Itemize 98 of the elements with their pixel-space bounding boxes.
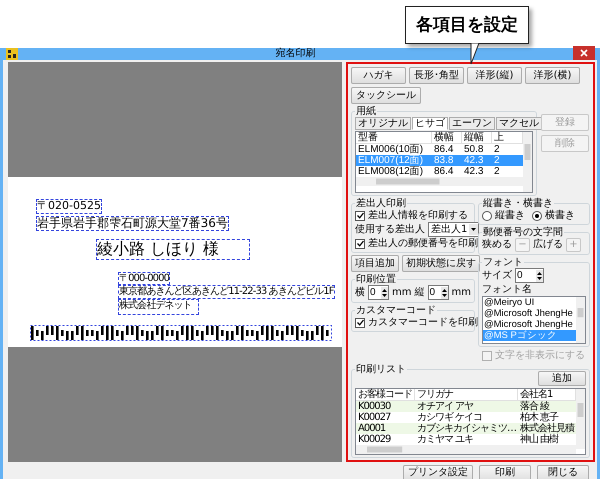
group-label: カスタマーコード	[355, 305, 437, 316]
table-cell[interactable]: 落合 綾	[518, 401, 576, 412]
dialog-button[interactable]: 閉じる	[537, 464, 589, 479]
checkbox[interactable]	[355, 210, 365, 220]
table-cell[interactable]: カミヤマ ユキ	[415, 434, 518, 445]
radio-label: 横書き	[545, 210, 575, 222]
table-cell[interactable]: 株式会社見積	[518, 423, 576, 434]
field-label: 縦	[414, 286, 424, 298]
group-label: 縦書き・横書き	[482, 198, 554, 209]
layout-button[interactable]: 項目追加	[351, 255, 399, 272]
close-icon	[580, 48, 588, 56]
envelope-type-button[interactable]: タックシール	[351, 87, 421, 104]
column-header[interactable]: 縦幅	[462, 132, 492, 144]
spinner-arrows-icon[interactable]	[381, 286, 388, 298]
table-cell[interactable]: 50.8	[462, 144, 492, 155]
column-header[interactable]: 会社名1	[518, 389, 576, 401]
group-label: 郵便番号の文字間	[482, 227, 564, 238]
table-cell[interactable]: オチアイ アヤ	[415, 401, 518, 412]
field-label: 狭める	[482, 239, 512, 251]
field-label: 広げる	[533, 239, 563, 251]
envelope-type-button[interactable]: ハガキ	[351, 67, 406, 84]
group-label: 印刷位置	[355, 274, 397, 285]
checkbox[interactable]	[355, 318, 365, 328]
horizontal-scrollbar[interactable]	[356, 445, 576, 454]
table-cell[interactable]: K00029	[356, 434, 415, 445]
address-text[interactable]: 岩手県岩手郡雫石町源大堂7番36号	[36, 216, 229, 232]
checkbox-label: 差出人の郵便番号を印刷	[368, 238, 478, 250]
table-cell[interactable]: 神山 由樹	[518, 434, 576, 445]
radio-button[interactable]	[532, 210, 542, 220]
dialog-button[interactable]: プリンタ設定	[403, 464, 473, 479]
barcode-drawing[interactable]	[30, 325, 332, 342]
group-label: フォント	[482, 257, 524, 268]
spinner-field[interactable]: 0	[428, 285, 449, 300]
vertical-scrollbar[interactable]	[576, 297, 585, 343]
callout-tail	[470, 43, 480, 65]
maker-tab[interactable]: エーワン	[449, 117, 495, 130]
table-cell[interactable]: 柏木 恵子	[518, 412, 576, 423]
column-header[interactable]: 型番	[356, 132, 432, 144]
group-label: 印刷リスト	[355, 364, 407, 375]
field-label: フォント名	[482, 284, 532, 296]
group-label: 差出人印刷	[355, 198, 407, 209]
recipient-name[interactable]: 綾小路 しほり 様	[96, 239, 250, 260]
table-cell[interactable]: 86.4	[432, 166, 462, 177]
font-list-item[interactable]: @Microsoft JhengHe	[483, 308, 576, 319]
checkbox-label: カスタマーコードを印刷	[368, 316, 478, 328]
maker-tab[interactable]: マクセル	[496, 117, 542, 130]
spinner-field[interactable]: 0	[515, 268, 544, 283]
table-cell[interactable]: K00027	[356, 412, 415, 423]
envelope-type-button[interactable]: 洋形(縦)	[467, 67, 522, 84]
table-cell[interactable]: K00030	[356, 401, 415, 412]
unit-label: mm	[452, 286, 471, 298]
table-cell[interactable]: ELM008(12面)	[356, 166, 432, 177]
spinner-arrows-icon[interactable]	[536, 270, 543, 282]
table-cell[interactable]: カブシキカイシャミツ…	[415, 423, 518, 434]
field-label: サイズ	[482, 270, 512, 282]
radio-label: 縦書き	[495, 210, 525, 222]
vertical-scrollbar[interactable]	[576, 389, 585, 449]
layout-button[interactable]: 初期状態に戻す	[402, 255, 480, 272]
window-title: 宛名印刷	[276, 48, 316, 60]
field-label: 使用する差出人	[355, 224, 425, 236]
checkbox[interactable]	[355, 238, 365, 248]
group-label: 用紙	[355, 106, 377, 117]
table-cell[interactable]: カシワギ ケイコ	[415, 412, 518, 423]
close-button[interactable]	[573, 46, 595, 60]
postal-code[interactable]: 〒000-0000	[118, 272, 170, 286]
add-button[interactable]: 追加	[538, 371, 586, 386]
spinner-arrows-icon[interactable]	[440, 286, 448, 298]
table-cell[interactable]: 86.4	[432, 144, 462, 155]
maker-tab[interactable]: オリジナル	[355, 117, 411, 130]
unit-label: mm	[392, 286, 412, 298]
callout: 各項目を設定	[405, 6, 529, 44]
table-cell[interactable]: ELM006(10面)	[356, 144, 432, 155]
checkbox-label: 文字を非表示にする	[495, 350, 585, 362]
column-header[interactable]: お客様コード	[356, 389, 415, 401]
column-header[interactable]: 横幅	[432, 132, 462, 144]
dialog-button[interactable]: 印刷	[479, 464, 531, 479]
address-text[interactable]: 東京都あきんど区あきんど11-22-33 あきんどビル1F	[118, 285, 335, 299]
font-list-item[interactable]: @Microsoft JhengHe	[483, 319, 576, 330]
sender-name[interactable]: 株式会社デネット	[118, 298, 199, 316]
font-list-item[interactable]: @Meiryo UI	[483, 297, 576, 308]
spinner-field[interactable]: 0	[368, 285, 390, 300]
table-cell[interactable]: 2	[492, 166, 523, 177]
checkbox-label: 差出人情報を印刷する	[368, 210, 468, 222]
maker-tab[interactable]: ヒサゴ	[412, 117, 448, 130]
column-header[interactable]: フリガナ	[415, 389, 518, 401]
envelope-type-button[interactable]: 洋形(横)	[525, 67, 580, 84]
vertical-scrollbar[interactable]	[523, 132, 532, 192]
field-label: 横	[355, 286, 365, 298]
envelope-type-button[interactable]: 長形･角型	[409, 67, 464, 84]
sender-dropdown[interactable]: 差出人1	[428, 222, 480, 237]
app-icon	[6, 48, 18, 60]
table-cell[interactable]: 2	[492, 144, 523, 155]
table-cell[interactable]: 42.3	[462, 166, 492, 177]
postal-code[interactable]: 〒020-0525	[36, 199, 102, 214]
table-cell[interactable]: A0001	[356, 423, 415, 434]
radio-button[interactable]	[482, 210, 492, 220]
column-header[interactable]: 上	[492, 132, 523, 144]
horizontal-scrollbar[interactable]	[356, 177, 523, 186]
